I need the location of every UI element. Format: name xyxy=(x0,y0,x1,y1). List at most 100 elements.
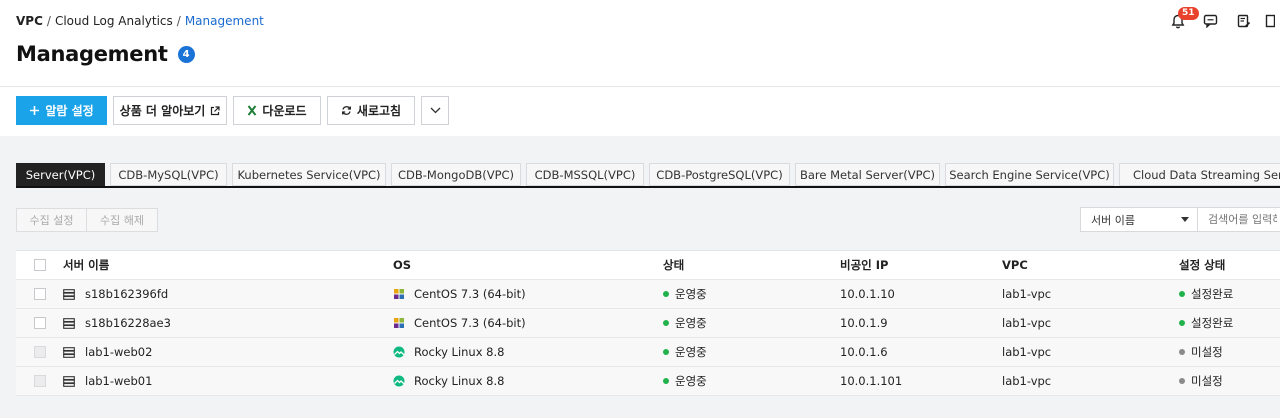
tab-server-vpc[interactable]: Server(VPC) xyxy=(16,163,105,186)
refresh-button[interactable]: 새로고침 xyxy=(327,96,415,125)
row-checkbox[interactable] xyxy=(33,375,46,387)
private-ip: 10.0.1.101 xyxy=(840,374,903,388)
vpc-name: lab1-vpc xyxy=(1002,345,1052,359)
chat-button[interactable] xyxy=(1194,10,1227,32)
more-options-button[interactable] xyxy=(421,96,449,125)
breadcrumb-separator: / xyxy=(176,14,181,28)
state-text: 운영중 xyxy=(675,287,707,301)
header-state[interactable]: 상태 xyxy=(663,257,840,273)
server-table: 서버 이름 OS 상태 비공인 IP VPC 설정 상태 s18b162396f… xyxy=(16,250,1280,396)
private-ip: 10.0.1.6 xyxy=(840,345,888,359)
server-icon xyxy=(63,288,75,300)
header-vpc[interactable]: VPC xyxy=(1002,258,1179,272)
edit-note-icon xyxy=(1237,14,1250,28)
vpc-name: lab1-vpc xyxy=(1002,316,1052,330)
configured-status-dot xyxy=(1179,291,1185,297)
breadcrumb: VPC / Cloud Log Analytics / Management xyxy=(16,14,264,28)
external-link-icon xyxy=(210,105,220,116)
bookmark-icon xyxy=(1265,14,1275,28)
header-setting-state[interactable]: 설정 상태 xyxy=(1179,257,1279,273)
table-row[interactable]: s18b16228ae3 CentOS 7.3 (64-bit) 운영중 10.… xyxy=(16,309,1280,338)
add-alarm-label: 알람 설정 xyxy=(45,104,94,118)
tab-bare-metal-server-vpc[interactable]: Bare Metal Server(VPC) xyxy=(795,163,940,186)
bookmark-button[interactable] xyxy=(1260,10,1280,32)
header-server-name[interactable]: 서버 이름 xyxy=(63,257,393,273)
select-all-checkbox[interactable] xyxy=(33,259,46,271)
count-badge: 4 xyxy=(177,45,195,63)
setting-state-text: 미설정 xyxy=(1191,345,1223,359)
chat-icon xyxy=(1203,14,1218,28)
service-tabs: Server(VPC) CDB-MySQL(VPC) Kubernetes Se… xyxy=(16,163,1280,188)
table-row[interactable]: lab1-web01 Rocky Linux 8.8 운영중 10.0.1.10… xyxy=(16,367,1280,396)
notification-button[interactable]: 51 xyxy=(1161,7,1199,32)
row-checkbox-cell xyxy=(16,288,63,300)
breadcrumb-management: Management xyxy=(184,14,264,28)
tab-cdb-mysql-vpc[interactable]: CDB-MySQL(VPC) xyxy=(110,163,227,186)
tab-cloud-data-streaming-service[interactable]: Cloud Data Streaming Servi xyxy=(1119,163,1280,186)
os-name: Rocky Linux 8.8 xyxy=(414,345,505,359)
breadcrumb-cloud-log-analytics[interactable]: Cloud Log Analytics xyxy=(55,14,173,28)
setting-state-cell: 미설정 xyxy=(1179,344,1279,360)
running-status-dot xyxy=(663,349,669,355)
collect-release-button[interactable]: 수집 해제 xyxy=(87,208,158,232)
server-name-cell: s18b162396fd xyxy=(63,287,393,301)
unset-status-dot xyxy=(1179,378,1185,384)
os-cell: Rocky Linux 8.8 xyxy=(393,345,663,359)
server-icon xyxy=(63,375,75,387)
server-name-cell: s18b16228ae3 xyxy=(63,316,393,330)
os-cell: CentOS 7.3 (64-bit) xyxy=(393,287,663,301)
collect-setting-button[interactable]: 수집 설정 xyxy=(16,208,87,232)
search-filter: 서버 이름 xyxy=(1080,207,1280,232)
row-checkbox-cell xyxy=(16,375,63,387)
excel-icon xyxy=(247,105,257,116)
more-products-label: 상품 더 알아보기 xyxy=(119,104,206,118)
centos-icon xyxy=(393,317,405,329)
row-checkbox-cell xyxy=(16,346,63,358)
memo-button[interactable] xyxy=(1227,10,1260,32)
vpc-name: lab1-vpc xyxy=(1002,287,1052,301)
breadcrumb-separator: / xyxy=(46,14,51,28)
os-name: CentOS 7.3 (64-bit) xyxy=(414,287,526,301)
more-products-button[interactable]: 상품 더 알아보기 xyxy=(113,96,227,125)
top-icons: 51 xyxy=(1161,7,1280,32)
collect-actions: 수집 설정 수집 해제 xyxy=(16,208,158,232)
header-divider xyxy=(0,86,1280,87)
state-text: 운영중 xyxy=(675,345,707,359)
search-input[interactable] xyxy=(1198,207,1280,232)
select-all-cell xyxy=(16,259,63,271)
download-button[interactable]: 다운로드 xyxy=(233,96,321,125)
tab-cdb-mongodb-vpc[interactable]: CDB-MongoDB(VPC) xyxy=(391,163,521,186)
breadcrumb-vpc[interactable]: VPC xyxy=(16,14,43,28)
tab-cdb-postgresql-vpc[interactable]: CDB-PostgreSQL(VPC) xyxy=(649,163,790,186)
server-icon xyxy=(63,346,75,358)
add-alarm-button[interactable]: 알람 설정 xyxy=(16,96,107,125)
unset-status-dot xyxy=(1179,349,1185,355)
download-label: 다운로드 xyxy=(262,104,307,118)
search-field-select[interactable]: 서버 이름 xyxy=(1080,207,1198,232)
configured-status-dot xyxy=(1179,320,1185,326)
server-name: lab1-web01 xyxy=(85,374,153,388)
state-cell: 운영중 xyxy=(663,344,840,360)
running-status-dot xyxy=(663,320,669,326)
chevron-down-icon xyxy=(430,107,440,114)
row-checkbox[interactable] xyxy=(33,317,46,329)
table-row[interactable]: lab1-web02 Rocky Linux 8.8 운영중 10.0.1.6 … xyxy=(16,338,1280,367)
setting-state-text: 설정완료 xyxy=(1191,316,1234,330)
tab-cdb-mssql-vpc[interactable]: CDB-MSSQL(VPC) xyxy=(526,163,644,186)
os-name: Rocky Linux 8.8 xyxy=(414,374,505,388)
row-checkbox[interactable] xyxy=(33,288,46,300)
centos-icon xyxy=(393,288,405,300)
os-cell: CentOS 7.3 (64-bit) xyxy=(393,316,663,330)
tab-search-engine-service-vpc[interactable]: Search Engine Service(VPC) xyxy=(945,163,1114,186)
page-title: Management xyxy=(16,42,168,66)
setting-state-text: 미설정 xyxy=(1191,374,1223,388)
header-os[interactable]: OS xyxy=(393,258,663,272)
table-row[interactable]: s18b162396fd CentOS 7.3 (64-bit) 운영중 10.… xyxy=(16,280,1280,309)
os-cell: Rocky Linux 8.8 xyxy=(393,374,663,388)
state-text: 운영중 xyxy=(675,316,707,330)
vpc-name: lab1-vpc xyxy=(1002,374,1052,388)
header-private-ip[interactable]: 비공인 IP xyxy=(840,257,1002,273)
setting-state-cell: 설정완료 xyxy=(1179,286,1279,302)
tab-kubernetes-service-vpc[interactable]: Kubernetes Service(VPC) xyxy=(232,163,386,186)
row-checkbox[interactable] xyxy=(33,346,46,358)
